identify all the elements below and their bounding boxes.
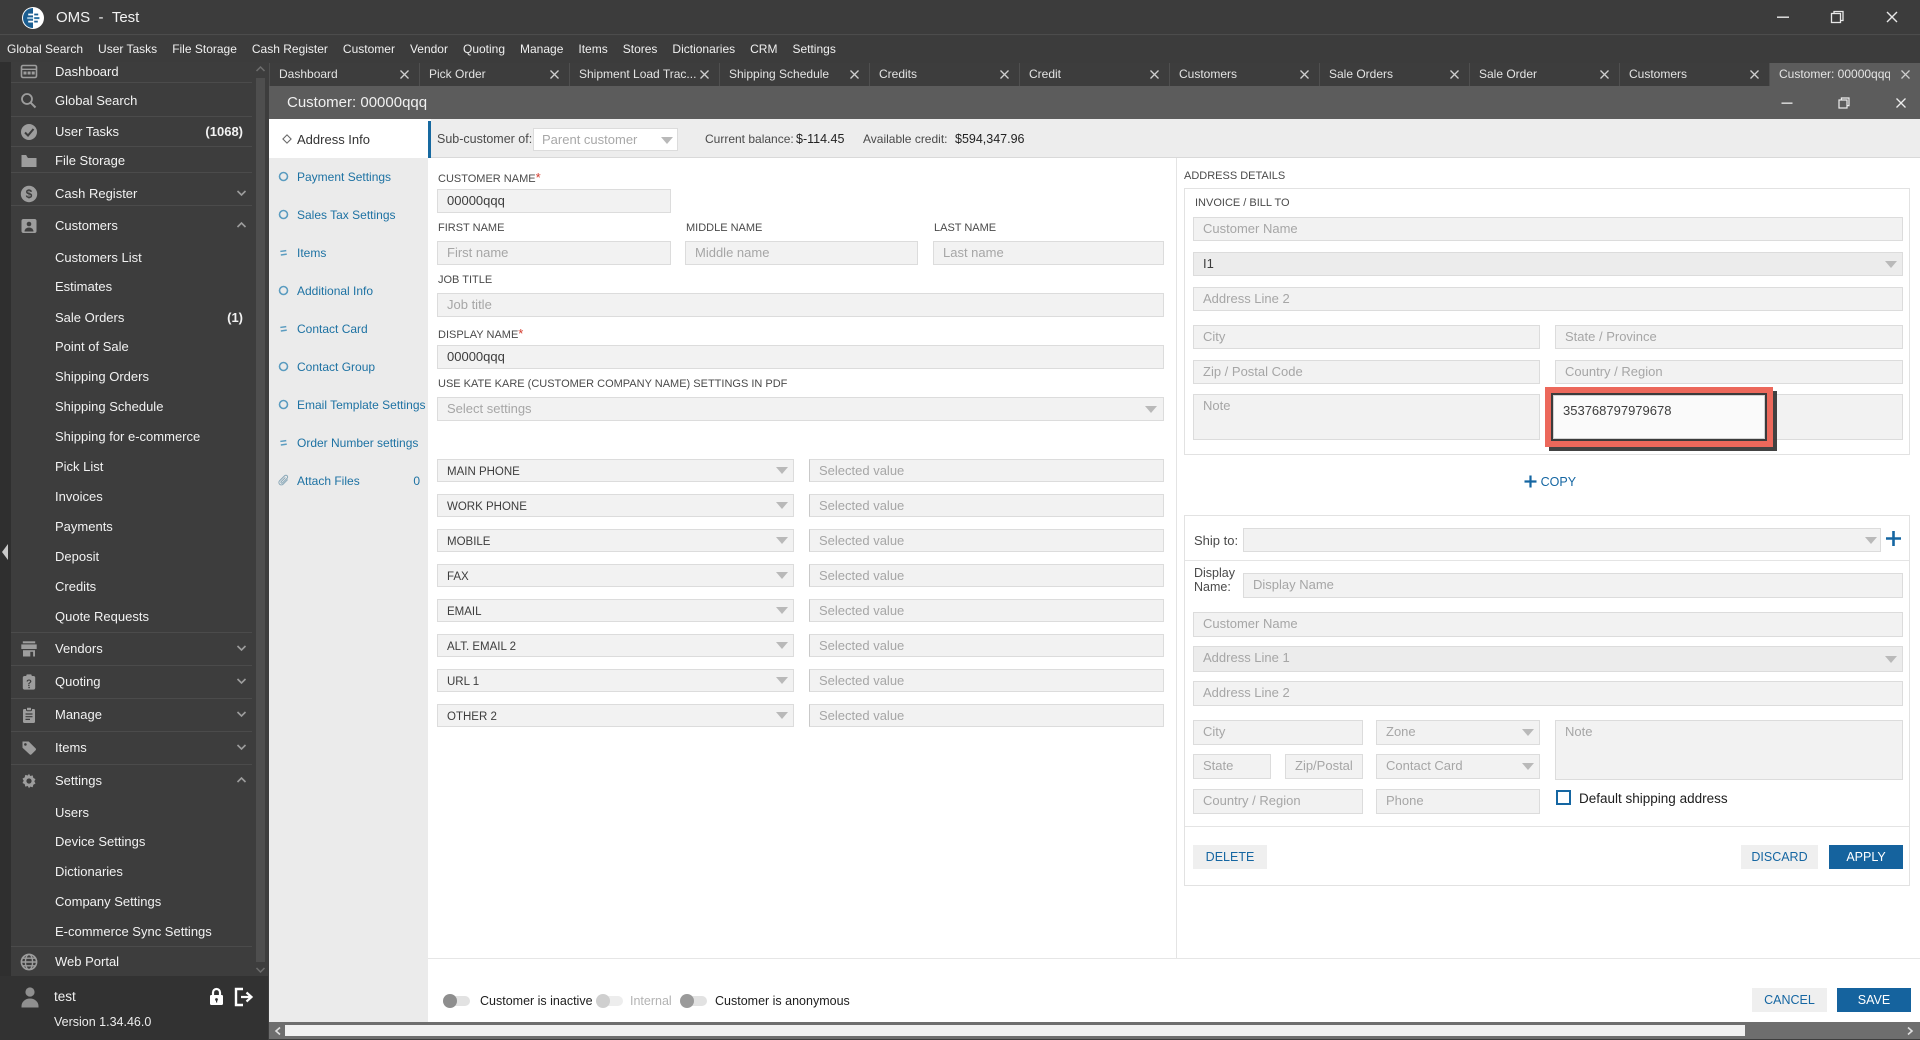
- svg-text:$: $: [26, 187, 33, 201]
